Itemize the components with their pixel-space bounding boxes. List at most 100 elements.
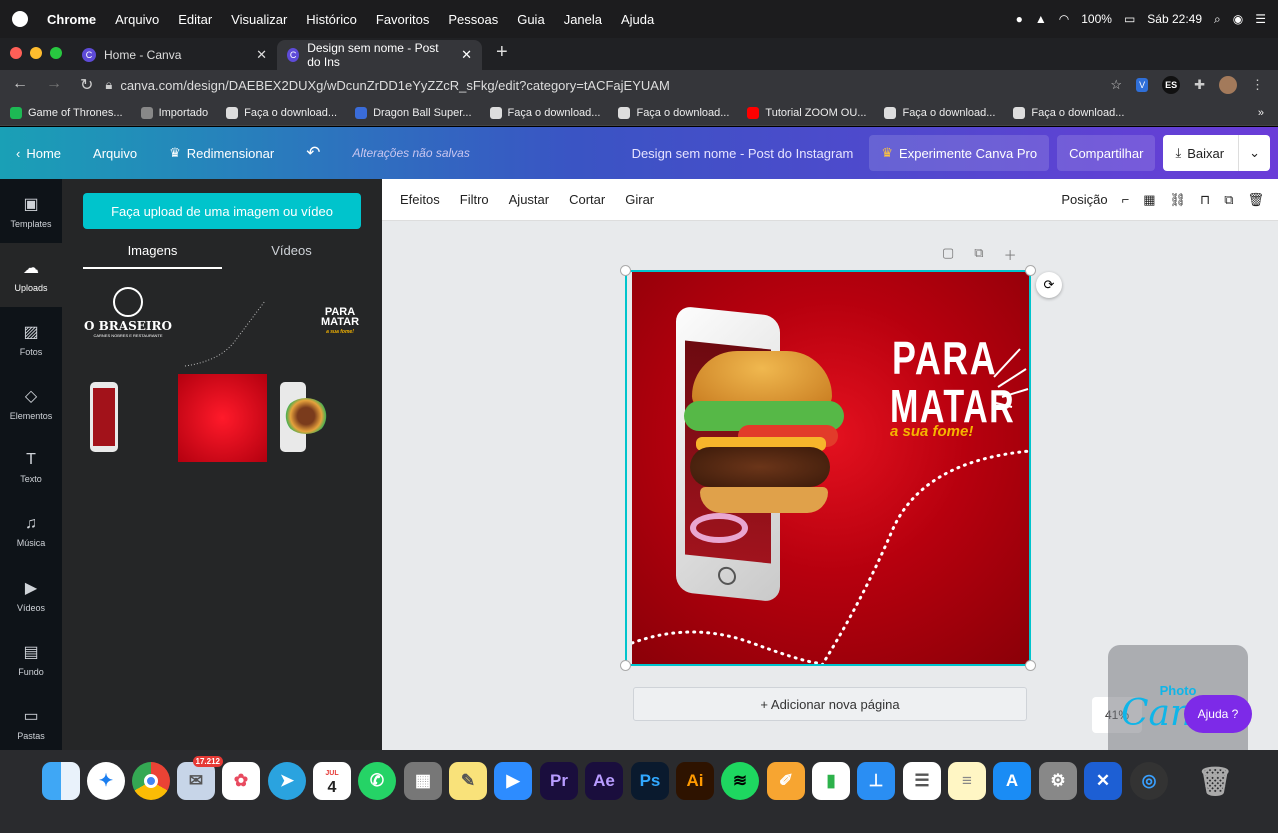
menu-arquivo[interactable]: Arquivo [115, 12, 159, 27]
back-icon[interactable]: ← [12, 75, 28, 95]
resize-handle[interactable] [620, 265, 631, 276]
duplicate-icon[interactable]: ⧉ [1224, 192, 1233, 208]
lock-open-icon[interactable]: ⊓ [1200, 192, 1210, 208]
help-button[interactable]: Ajuda ? [1184, 695, 1252, 733]
share-button[interactable]: Compartilhar [1057, 135, 1156, 171]
sidebar-item-background[interactable]: ▤ Fundo [0, 627, 62, 691]
thumb-red-background[interactable] [178, 374, 267, 462]
effects-button[interactable]: Efeitos [382, 192, 450, 207]
refresh-suggestion-icon[interactable]: ⟳ [1036, 272, 1062, 298]
telegram-icon[interactable]: ➤ [268, 762, 306, 800]
tab-videos[interactable]: Vídeos [222, 239, 361, 269]
extensions-puzzle-icon[interactable]: ✚ [1194, 77, 1205, 93]
wifi-icon[interactable]: ◠ [1059, 12, 1069, 26]
add-page-icon[interactable]: ＋ [1004, 245, 1017, 264]
resize-handle[interactable] [1025, 660, 1036, 671]
file-menu-button[interactable]: Arquivo [77, 146, 153, 161]
transparency-icon[interactable]: ▦ [1143, 192, 1155, 208]
sidebar-item-uploads[interactable]: ☁ Uploads [0, 243, 62, 307]
bookmark-item[interactable]: Faça o download... [226, 106, 337, 119]
minimize-window-button[interactable] [30, 47, 42, 59]
photos-icon[interactable]: ✿ [222, 762, 260, 800]
crop-button[interactable]: Cortar [559, 192, 615, 207]
bookmark-item[interactable]: Faça o download... [618, 106, 729, 119]
new-tab-button[interactable]: + [482, 41, 522, 70]
battery-icon[interactable]: ▭ [1124, 12, 1135, 26]
home-button[interactable]: ‹ Home [0, 146, 77, 161]
more-bookmarks-icon[interactable]: » [1258, 107, 1278, 119]
spotlight-icon[interactable]: ⌕ [1214, 12, 1221, 27]
resize-handle[interactable] [620, 660, 631, 671]
tab-design[interactable]: C Design sem nome - Post do Ins ✕ [277, 40, 482, 70]
menu-visualizar[interactable]: Visualizar [231, 12, 287, 27]
bookmark-item[interactable]: Faça o download... [489, 106, 600, 119]
download-options-button[interactable]: ⌄ [1238, 135, 1270, 171]
sidebar-item-folders[interactable]: ▭ Pastas [0, 691, 62, 755]
menu-historico[interactable]: Histórico [306, 12, 357, 27]
tab-home-canva[interactable]: C Home - Canva ✕ [72, 40, 277, 70]
apple-icon[interactable] [12, 11, 28, 27]
filter-button[interactable]: Filtro [450, 192, 499, 207]
menu-editar[interactable]: Editar [178, 12, 212, 27]
finder-icon[interactable] [42, 762, 80, 800]
thumb-logo-braseiro[interactable]: O BRASEIRO CARNES NOBRES E RESTAURANTE [82, 287, 174, 347]
control-center-icon[interactable]: ☰ [1255, 12, 1266, 26]
sidebar-item-music[interactable]: ♫ Música [0, 499, 62, 563]
bookmark-star-icon[interactable]: ☆ [1110, 77, 1122, 93]
bookmark-item[interactable]: Faça o download... [884, 106, 995, 119]
spotify-icon[interactable]: ≋ [721, 762, 759, 800]
link-icon[interactable]: ⛓ [1170, 192, 1187, 208]
sidebar-item-text[interactable]: T Texto [0, 435, 62, 499]
bookmark-item[interactable]: Game of Thrones... [10, 106, 123, 119]
design-page[interactable]: PARA MATAR a sua fome! [632, 271, 1030, 665]
xcode-icon[interactable]: ✕ [1084, 762, 1122, 800]
extension-icon[interactable]: V [1136, 78, 1149, 92]
design-title[interactable]: Design sem nome - Post do Instagram [632, 146, 870, 161]
rotate-button[interactable]: Girar [615, 192, 664, 207]
zoom-window-button[interactable] [50, 47, 62, 59]
mail-icon[interactable]: ✉ 17.212 [177, 756, 223, 800]
download-button[interactable]: ⤓ Baixar [1163, 135, 1239, 171]
app-menu-name[interactable]: Chrome [47, 12, 96, 27]
bookmark-item[interactable]: Tutorial ZOOM OU... [747, 106, 866, 119]
bookmark-item[interactable]: Importado [140, 106, 208, 119]
trash-icon[interactable]: 🗑︎ [1247, 192, 1264, 208]
menu-ajuda[interactable]: Ajuda [621, 12, 654, 27]
resize-handle[interactable] [1025, 265, 1036, 276]
stickies-icon[interactable]: ✎ [449, 762, 487, 800]
calendar-icon[interactable]: JUL 4 [313, 762, 351, 800]
undo-icon[interactable]: ↶ [290, 143, 336, 163]
pages-icon[interactable]: ✐ [767, 762, 805, 800]
clock[interactable]: Sáb 22:49 [1147, 12, 1202, 26]
thumb-para-matar[interactable]: PARA MATAR a sua fome! [320, 307, 360, 337]
thumb-burger-phone[interactable] [280, 382, 332, 452]
close-tab-icon[interactable]: ✕ [256, 47, 267, 63]
premiere-icon[interactable]: Pr [540, 762, 578, 800]
safari-icon[interactable]: ✦ [87, 762, 125, 800]
reminders-icon[interactable]: ☰ [903, 762, 941, 800]
chrome-icon[interactable] [132, 762, 170, 800]
sidebar-item-photos[interactable]: ▨ Fotos [0, 307, 62, 371]
illustrator-icon[interactable]: Ai [676, 762, 714, 800]
close-window-button[interactable] [10, 47, 22, 59]
copy-page-icon[interactable]: ⧉ [974, 245, 983, 264]
extension-es-icon[interactable]: ES [1162, 76, 1181, 94]
quicktime-icon[interactable]: ◎ [1130, 762, 1168, 800]
menu-favoritos[interactable]: Favoritos [376, 12, 429, 27]
sidebar-item-elements[interactable]: ◇ Elementos [0, 371, 62, 435]
paint-roller-icon[interactable]: ⌐ [1122, 192, 1130, 207]
adjust-button[interactable]: Ajustar [499, 192, 559, 207]
keynote-icon[interactable]: ⊥ [857, 762, 895, 800]
bookmark-item[interactable]: Faça o download... [1013, 106, 1124, 119]
trash-dock-icon[interactable]: 🗑︎ [1196, 762, 1234, 800]
bookmark-item[interactable]: Dragon Ball Super... [355, 106, 472, 119]
thumb-phone[interactable] [90, 382, 118, 452]
zoom-app-icon[interactable]: ▶ [494, 762, 532, 800]
photoshop-icon[interactable]: Ps [631, 762, 669, 800]
chrome-menu-icon[interactable]: ⋮ [1251, 77, 1264, 93]
tab-images[interactable]: Imagens [83, 239, 222, 269]
menu-janela[interactable]: Janela [564, 12, 602, 27]
record-icon[interactable]: ● [1016, 12, 1023, 26]
position-button[interactable]: Posição [1061, 192, 1107, 207]
resize-button[interactable]: ♛ Redimensionar [153, 145, 290, 161]
